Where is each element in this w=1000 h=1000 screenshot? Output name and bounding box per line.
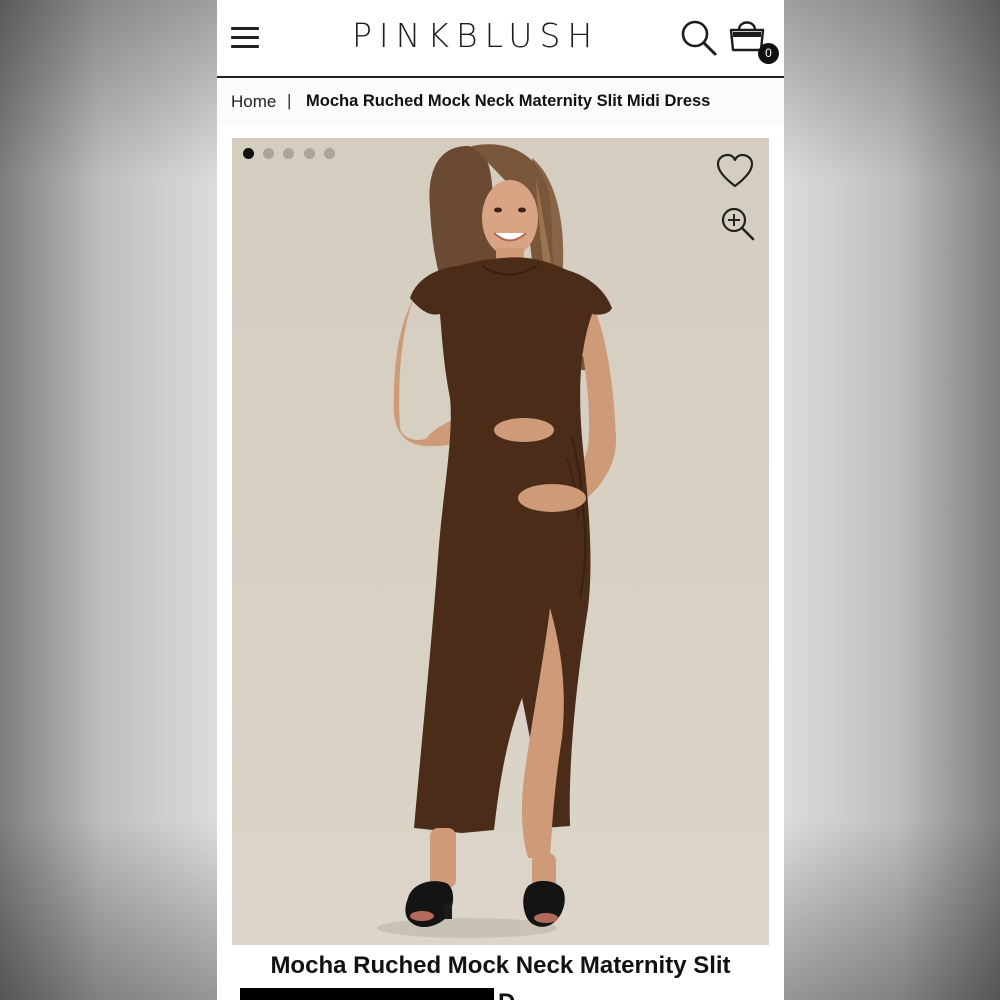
site-header: PINKBLUSH 0	[217, 0, 784, 78]
product-title: Mocha Ruched Mock Neck Maternity Slit	[270, 952, 731, 979]
product-title-continuation: D	[498, 989, 515, 1000]
pagination-dot[interactable]	[283, 148, 294, 159]
product-photo	[377, 144, 617, 938]
hamburger-menu-icon[interactable]	[229, 22, 263, 52]
site-logo[interactable]: PINKBLUSH	[352, 14, 652, 58]
zoom-in-icon[interactable]	[720, 206, 756, 242]
pagination-dot[interactable]	[324, 148, 335, 159]
pagination-dot[interactable]	[263, 148, 274, 159]
mobile-page: PINKBLUSH 0 Home | Mocha Ruched Mock Nec…	[217, 0, 784, 1000]
breadcrumb-current: Mocha Ruched Mock Neck Maternity Slit Mi…	[306, 92, 711, 110]
pagination-dot[interactable]	[243, 148, 254, 159]
breadcrumb-home-link[interactable]: Home	[231, 92, 276, 112]
search-icon[interactable]	[679, 18, 719, 58]
cart-count-badge: 0	[758, 43, 779, 64]
breadcrumb-separator: |	[287, 91, 292, 110]
pagination-dot[interactable]	[304, 148, 315, 159]
breadcrumb: Home | Mocha Ruched Mock Neck Maternity …	[217, 78, 784, 126]
redacted-bar	[240, 988, 494, 1000]
shopping-bag-button[interactable]: 0	[727, 16, 779, 64]
product-image-gallery[interactable]	[232, 138, 769, 945]
heart-icon[interactable]	[715, 152, 755, 192]
